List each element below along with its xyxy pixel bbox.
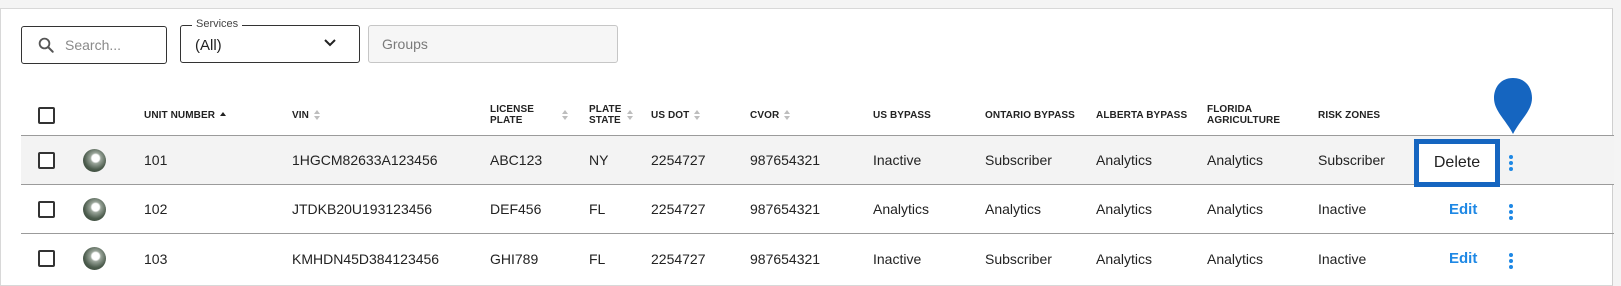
services-value: (All) bbox=[195, 37, 222, 54]
cell-unit: 102 bbox=[144, 201, 168, 217]
chevron-down-icon bbox=[324, 39, 336, 47]
cell-us-bypass: Inactive bbox=[873, 250, 922, 267]
search-input[interactable] bbox=[63, 36, 153, 54]
col-vin[interactable]: VIN bbox=[292, 95, 320, 135]
col-florida-agriculture: FLORIDA AGRICULTURE bbox=[1207, 104, 1281, 126]
cell-florida-agriculture: Analytics bbox=[1207, 201, 1264, 217]
delete-button[interactable]: Delete bbox=[1414, 139, 1500, 187]
table-row[interactable]: 103 KMHDN45D384123456 GHI789 FL 2254727 … bbox=[21, 234, 1614, 283]
cell-cvor: 987654321 bbox=[750, 250, 821, 267]
cell-alberta-bypass: Analytics bbox=[1096, 201, 1153, 217]
sort-icon bbox=[626, 110, 633, 120]
cell-state: FL bbox=[589, 250, 606, 267]
cell-us-bypass: Inactive bbox=[873, 152, 922, 168]
cell-unit: 103 bbox=[144, 250, 168, 267]
groups-field[interactable]: Groups bbox=[368, 25, 618, 63]
avatar bbox=[83, 247, 106, 270]
cell-unit: 101 bbox=[144, 152, 168, 168]
more-vert-icon[interactable] bbox=[1509, 153, 1517, 173]
cell-vin: JTDKB20U193123456 bbox=[292, 201, 433, 217]
cell-ontario-bypass: Subscriber bbox=[985, 250, 1052, 267]
table-header: UNIT NUMBER VIN LICENSE PLATE PLATE STATE … bbox=[21, 95, 1614, 136]
col-license-plate[interactable]: LICENSE PLATE bbox=[490, 95, 569, 135]
cell-state: NY bbox=[589, 152, 609, 168]
vehicles-panel: Services (All) Groups UNIT NUMBER VIN LI… bbox=[0, 8, 1614, 286]
cell-vin: 1HGCM82633A123456 bbox=[292, 152, 438, 168]
cell-ontario-bypass: Subscriber bbox=[985, 152, 1052, 168]
col-cvor[interactable]: CVOR bbox=[750, 95, 791, 135]
cell-vin: KMHDN45D384123456 bbox=[292, 250, 440, 267]
sort-icon bbox=[562, 110, 569, 120]
cell-plate: GHI789 bbox=[490, 250, 539, 267]
cell-risk-zones: Inactive bbox=[1318, 250, 1367, 267]
search-field[interactable] bbox=[21, 26, 167, 64]
cell-cvor: 987654321 bbox=[750, 152, 821, 168]
table-row[interactable]: 102 JTDKB20U193123456 DEF456 FL 2254727 … bbox=[21, 185, 1614, 234]
cell-plate: DEF456 bbox=[490, 201, 542, 217]
cell-cvor: 987654321 bbox=[750, 201, 821, 217]
cell-florida-agriculture: Analytics bbox=[1207, 250, 1264, 267]
col-alberta-bypass: ALBERTA BYPASS bbox=[1096, 109, 1188, 121]
cell-state: FL bbox=[589, 201, 606, 217]
cell-risk-zones: Subscriber bbox=[1318, 152, 1385, 168]
services-select[interactable]: Services (All) bbox=[180, 18, 360, 63]
edit-button[interactable]: Edit bbox=[1449, 234, 1477, 283]
cell-alberta-bypass: Analytics bbox=[1096, 250, 1153, 267]
table-row[interactable]: 101 1HGCM82633A123456 ABC123 NY 2254727 … bbox=[21, 136, 1614, 185]
services-label: Services bbox=[192, 18, 243, 30]
pin-marker-icon bbox=[1494, 78, 1532, 134]
sort-icon bbox=[313, 110, 320, 120]
cell-florida-agriculture: Analytics bbox=[1207, 152, 1264, 168]
cell-alberta-bypass: Analytics bbox=[1096, 152, 1153, 168]
cell-ontario-bypass: Analytics bbox=[985, 201, 1042, 217]
edit-button[interactable]: Edit bbox=[1449, 185, 1477, 233]
col-plate-state[interactable]: PLATE STATE bbox=[589, 95, 633, 135]
col-unit-number[interactable]: UNIT NUMBER bbox=[144, 95, 227, 135]
select-all-checkbox[interactable] bbox=[38, 107, 55, 124]
search-icon bbox=[38, 37, 54, 53]
col-us-bypass: US BYPASS bbox=[873, 109, 931, 121]
cell-us-bypass: Analytics bbox=[873, 201, 930, 217]
cell-usdot: 2254727 bbox=[651, 201, 706, 217]
row-checkbox[interactable] bbox=[38, 152, 55, 169]
more-vert-icon[interactable] bbox=[1509, 251, 1517, 271]
cell-usdot: 2254727 bbox=[651, 250, 706, 267]
row-checkbox[interactable] bbox=[38, 201, 55, 218]
col-ontario-bypass: ONTARIO BYPASS bbox=[985, 109, 1075, 121]
cell-plate: ABC123 bbox=[490, 152, 543, 168]
cell-risk-zones: Inactive bbox=[1318, 201, 1367, 217]
sort-icon bbox=[694, 110, 701, 120]
avatar bbox=[83, 198, 106, 221]
col-us-dot[interactable]: US DOT bbox=[651, 95, 701, 135]
col-risk-zones: RISK ZONES bbox=[1318, 109, 1381, 121]
groups-placeholder: Groups bbox=[382, 36, 428, 52]
avatar bbox=[83, 149, 106, 172]
cell-usdot: 2254727 bbox=[651, 152, 706, 168]
sort-asc-icon bbox=[220, 112, 227, 118]
more-vert-icon[interactable] bbox=[1509, 202, 1517, 222]
sort-icon bbox=[784, 110, 791, 120]
row-checkbox[interactable] bbox=[38, 250, 55, 267]
